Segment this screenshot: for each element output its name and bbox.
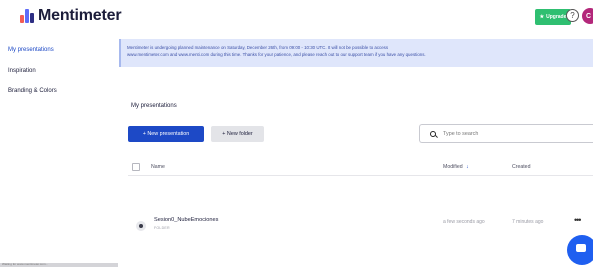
more-options-icon[interactable]: ••• xyxy=(574,215,582,225)
maintenance-banner: Mentimeter is undergoing planned mainten… xyxy=(119,39,593,67)
new-presentation-button[interactable]: + New presentation xyxy=(128,126,204,142)
help-icon[interactable]: ? xyxy=(566,9,579,22)
column-header-modified-label: Modified xyxy=(443,164,463,170)
banner-line-2: www.mentimeter.com and www.menti.com dur… xyxy=(127,52,426,57)
row-modified: a few seconds ago xyxy=(443,219,485,225)
chat-bubble-icon[interactable] xyxy=(567,235,593,265)
new-folder-button[interactable]: + New folder xyxy=(211,126,264,142)
row-created: 7 minutes ago xyxy=(512,219,544,225)
sidebar: My presentations Inspiration Branding & … xyxy=(0,33,114,267)
folder-icon xyxy=(136,221,146,231)
page-title: My presentations xyxy=(131,103,177,109)
search-icon xyxy=(430,130,436,137)
column-header-modified[interactable]: Modified ↓ xyxy=(443,164,469,170)
select-all-checkbox[interactable] xyxy=(132,163,140,171)
row-subtitle: FOLDER xyxy=(154,226,170,230)
sidebar-item-branding-colors[interactable]: Branding & Colors xyxy=(8,88,57,94)
column-header-created[interactable]: Created xyxy=(512,164,530,170)
top-bar: Mentimeter ★ Upgrade ? C xyxy=(0,0,593,33)
banner-line-1: Mentimeter is undergoing planned mainten… xyxy=(127,45,389,50)
status-bar-text: Waiting for www.mentimeter.com... xyxy=(2,262,49,266)
mentimeter-logo[interactable]: Mentimeter xyxy=(20,7,122,25)
sidebar-item-inspiration[interactable]: Inspiration xyxy=(8,68,36,74)
upgrade-label: Upgrade xyxy=(546,14,567,20)
row-title[interactable]: Sesion0_NubeEmociones xyxy=(154,217,218,223)
column-header-name[interactable]: Name xyxy=(151,164,165,170)
arrow-down-icon: ↓ xyxy=(466,164,469,170)
main-content: Mentimeter is undergoing planned mainten… xyxy=(114,33,593,267)
search-input[interactable] xyxy=(443,130,583,137)
logo-bars-icon xyxy=(20,9,34,23)
table-header: Name Modified ↓ Created xyxy=(128,160,593,176)
table-row[interactable]: Sesion0_NubeEmociones FOLDER a few secon… xyxy=(128,211,593,236)
star-icon: ★ xyxy=(539,14,545,20)
logo-text: Mentimeter xyxy=(38,7,122,24)
avatar[interactable]: C xyxy=(582,8,593,24)
sidebar-item-my-presentations[interactable]: My presentations xyxy=(8,47,54,53)
search-box xyxy=(419,124,593,143)
